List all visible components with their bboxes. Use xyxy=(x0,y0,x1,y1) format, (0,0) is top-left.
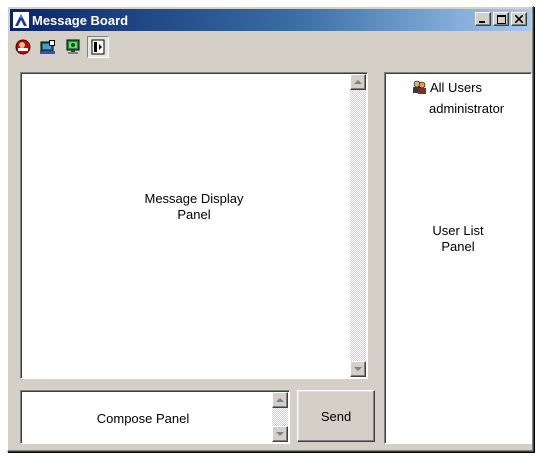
arrow-up-icon xyxy=(354,80,362,84)
send-button[interactable]: Send xyxy=(297,390,375,442)
toolbar xyxy=(12,34,112,60)
all-users-label: All Users xyxy=(430,79,483,95)
message-board-window: Message Board Message Display Panel Comp… xyxy=(7,6,534,452)
compose-scroll-up-button[interactable] xyxy=(272,392,288,408)
arrow-down-icon xyxy=(276,432,284,436)
window-controls xyxy=(473,12,527,26)
message-board-app-icon xyxy=(13,12,29,28)
close-icon xyxy=(515,15,523,23)
message-panel-label-line2: Panel xyxy=(177,207,211,222)
window-title: Message Board xyxy=(32,12,129,28)
user-list-label-line2: Panel xyxy=(441,239,475,254)
arrow-up-icon xyxy=(276,398,284,402)
minimize-button[interactable] xyxy=(475,12,491,26)
scroll-down-button[interactable] xyxy=(350,361,366,377)
scroll-up-button[interactable] xyxy=(350,74,366,90)
occupy-keyboard-mouse-icon xyxy=(66,39,80,54)
message-panel-label: Message Display Panel xyxy=(21,191,367,223)
arrow-down-icon xyxy=(354,367,362,371)
show-user-list-icon xyxy=(91,39,105,55)
occupy-keyboard-mouse-button[interactable] xyxy=(62,36,84,58)
user-list-panel-label: User List Panel xyxy=(385,223,531,255)
broadcast-chat-icon xyxy=(40,40,55,54)
minimize-icon xyxy=(479,21,485,23)
compose-panel-label: Compose Panel xyxy=(96,411,190,426)
compose-panel[interactable]: Compose Panel xyxy=(20,390,290,444)
show-user-list-button[interactable] xyxy=(87,36,109,58)
do-not-disturb-icon xyxy=(15,39,31,55)
close-button[interactable] xyxy=(511,12,527,26)
maximize-icon xyxy=(496,14,506,24)
user-list-label-line1: User List xyxy=(432,223,484,238)
compose-panel-scrollbar[interactable] xyxy=(272,392,288,442)
message-display-panel[interactable]: Message Display Panel xyxy=(20,72,368,379)
user-group-all-users[interactable]: All Users xyxy=(411,79,482,95)
broadcast-chat-button[interactable] xyxy=(37,36,59,58)
user-list-item[interactable]: administrator xyxy=(429,101,504,116)
compose-scroll-down-button[interactable] xyxy=(272,426,288,442)
do-not-disturb-button[interactable] xyxy=(12,36,34,58)
maximize-button[interactable] xyxy=(493,12,509,26)
title-bar[interactable]: Message Board xyxy=(10,9,531,31)
message-panel-label-line1: Message Display xyxy=(144,191,244,206)
users-group-icon xyxy=(413,80,426,94)
message-panel-scrollbar[interactable] xyxy=(350,74,366,377)
user-list-panel[interactable]: All Users administrator User List Panel xyxy=(384,72,532,444)
